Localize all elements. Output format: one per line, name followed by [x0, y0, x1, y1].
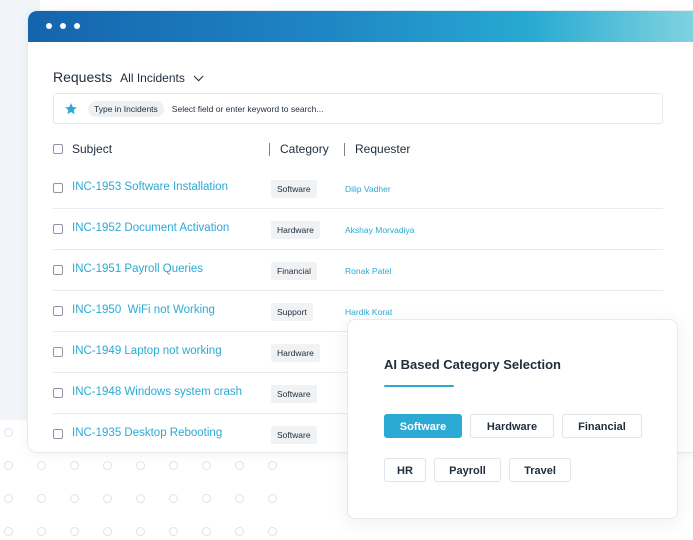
- category-badge: Software: [271, 426, 317, 444]
- decorative-dot: [235, 494, 244, 503]
- decorative-dot: [70, 527, 79, 536]
- incident-subject-link[interactable]: INC-1935 Desktop Rebooting: [72, 427, 222, 439]
- table-header: Subject Category Requester: [53, 142, 665, 158]
- incident-subject-link[interactable]: INC-1951 Payroll Queries: [72, 263, 203, 275]
- requests-header: Requests All Incidents: [53, 69, 204, 85]
- window-dot-3[interactable]: [74, 23, 80, 29]
- decorative-dot: [70, 494, 79, 503]
- category-option-software[interactable]: Software: [384, 414, 462, 438]
- chevron-down-icon: [193, 70, 204, 81]
- row-divider: [53, 290, 663, 291]
- column-category[interactable]: Category: [280, 142, 329, 156]
- filter-label: All Incidents: [120, 71, 185, 85]
- decorative-dot: [4, 428, 13, 437]
- incident-filter-dropdown[interactable]: All Incidents: [120, 70, 204, 85]
- search-scope-chip[interactable]: Type in Incidents: [88, 100, 164, 117]
- incident-subject-link[interactable]: INC-1950 WiFi not Working: [72, 304, 215, 316]
- decorative-dot: [103, 494, 112, 503]
- title-underline: [384, 385, 454, 387]
- row-checkbox[interactable]: [53, 306, 63, 316]
- ai-category-panel: AI Based Category Selection Software Har…: [347, 319, 678, 519]
- ai-panel-title: AI Based Category Selection: [384, 357, 561, 372]
- requester-link[interactable]: Akshay Morvadiya: [345, 225, 414, 235]
- category-option-payroll[interactable]: Payroll: [434, 458, 501, 482]
- decorative-dot: [4, 461, 13, 470]
- category-badge: Support: [271, 303, 313, 321]
- category-badge: Hardware: [271, 221, 320, 239]
- search-bar[interactable]: Type in Incidents Select field or enter …: [53, 93, 663, 124]
- decorative-dot: [268, 527, 277, 536]
- decorative-dot: [268, 461, 277, 470]
- decorative-dot: [268, 494, 277, 503]
- window-controls: [46, 23, 80, 29]
- requester-link[interactable]: Ronak Patel: [345, 266, 391, 276]
- incident-subject-link[interactable]: INC-1949 Laptop not working: [72, 345, 222, 357]
- decorative-dot: [136, 494, 145, 503]
- incident-subject-link[interactable]: INC-1952 Document Activation: [72, 222, 229, 234]
- title-bar: [28, 11, 693, 42]
- column-subject[interactable]: Subject: [72, 142, 112, 156]
- decorative-dot: [136, 527, 145, 536]
- decorative-dot: [70, 461, 79, 470]
- table-row[interactable]: INC-1951 Payroll Queries Financial Ronak…: [53, 251, 663, 291]
- decorative-dot: [37, 494, 46, 503]
- search-input[interactable]: Select field or enter keyword to search.…: [172, 104, 324, 114]
- decorative-dot: [103, 461, 112, 470]
- column-requester[interactable]: Requester: [355, 142, 410, 156]
- decorative-dot: [202, 494, 211, 503]
- category-badge: Software: [271, 385, 317, 403]
- requester-link[interactable]: Hardik Korat: [345, 307, 392, 317]
- row-checkbox[interactable]: [53, 347, 63, 357]
- category-option-financial[interactable]: Financial: [562, 414, 642, 438]
- row-checkbox[interactable]: [53, 224, 63, 234]
- row-checkbox[interactable]: [53, 265, 63, 275]
- decorative-dot: [169, 494, 178, 503]
- incident-subject-link[interactable]: INC-1948 Windows system crash: [72, 386, 242, 398]
- window-dot-2[interactable]: [60, 23, 66, 29]
- decorative-dot: [103, 527, 112, 536]
- decorative-dot: [169, 527, 178, 536]
- decorative-dot: [169, 461, 178, 470]
- column-divider: [344, 143, 345, 156]
- decorative-dot: [4, 494, 13, 503]
- category-option-hr[interactable]: HR: [384, 458, 426, 482]
- row-checkbox[interactable]: [53, 388, 63, 398]
- row-divider: [53, 208, 663, 209]
- requester-link[interactable]: Dilip Vadher: [345, 184, 391, 194]
- decorative-dot: [136, 461, 145, 470]
- table-row[interactable]: INC-1953 Software Installation Software …: [53, 169, 663, 209]
- decorative-dot: [235, 527, 244, 536]
- star-icon[interactable]: [64, 102, 78, 116]
- category-badge: Software: [271, 180, 317, 198]
- decorative-dot: [37, 527, 46, 536]
- window-dot-1[interactable]: [46, 23, 52, 29]
- row-divider: [53, 249, 663, 250]
- incident-subject-link[interactable]: INC-1953 Software Installation: [72, 181, 228, 193]
- decorative-dot: [202, 527, 211, 536]
- category-badge: Hardware: [271, 344, 320, 362]
- row-checkbox[interactable]: [53, 429, 63, 439]
- table-row[interactable]: INC-1952 Document Activation Hardware Ak…: [53, 210, 663, 250]
- decorative-dot: [4, 527, 13, 536]
- decorative-dot: [202, 461, 211, 470]
- page-title: Requests: [53, 69, 113, 85]
- category-badge: Financial: [271, 262, 318, 280]
- decorative-dot: [37, 461, 46, 470]
- row-checkbox[interactable]: [53, 183, 63, 193]
- column-divider: [269, 143, 270, 156]
- decorative-dot: [235, 461, 244, 470]
- select-all-checkbox[interactable]: [53, 144, 63, 154]
- category-option-travel[interactable]: Travel: [509, 458, 571, 482]
- category-option-hardware[interactable]: Hardware: [470, 414, 554, 438]
